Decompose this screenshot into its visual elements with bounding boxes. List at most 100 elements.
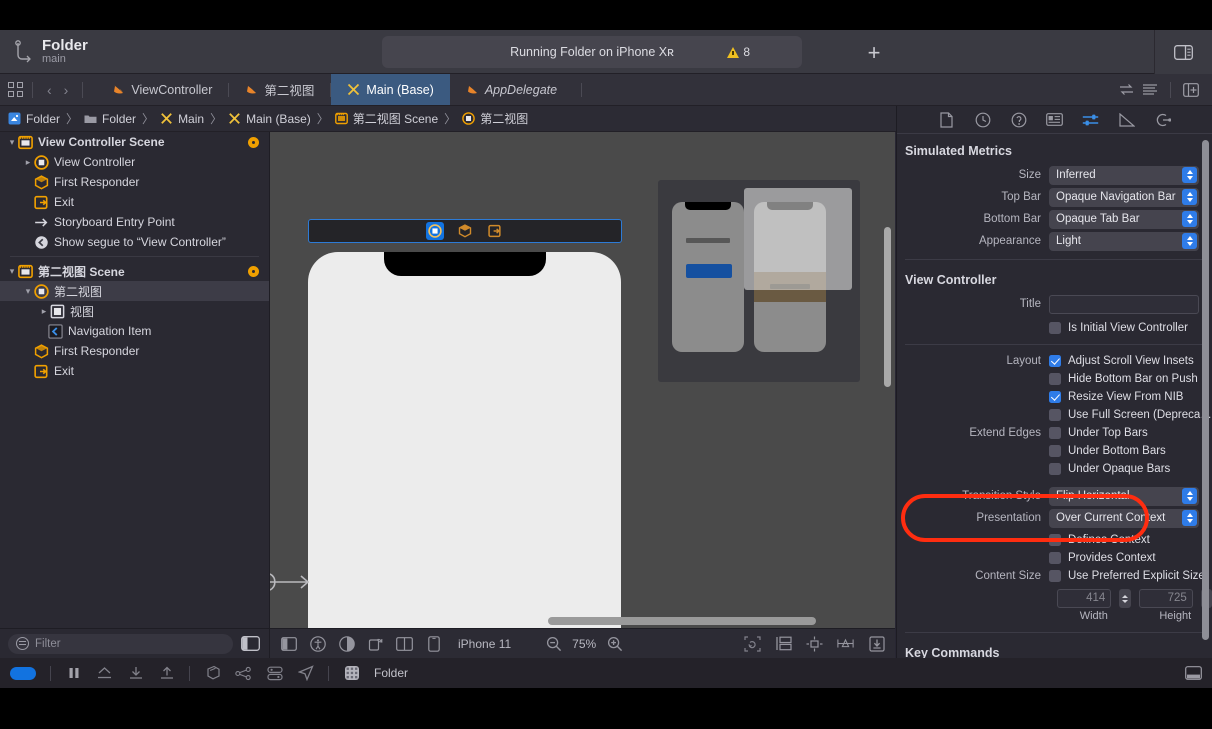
zoom-in-icon[interactable] — [606, 635, 623, 652]
outline-row-second-viewcontroller[interactable]: 第二视图 — [0, 281, 269, 301]
device-icon[interactable] — [425, 635, 442, 652]
location-icon[interactable] — [297, 665, 314, 682]
back-button[interactable]: ‹ — [42, 82, 57, 98]
title-input[interactable] — [1049, 294, 1199, 314]
attributes-inspector-icon[interactable] — [1082, 111, 1100, 129]
tab-grid-icon[interactable] — [8, 82, 23, 97]
first-responder-dock-icon[interactable] — [456, 222, 474, 240]
file-inspector-icon[interactable] — [938, 111, 956, 129]
resolve-issues-icon[interactable] — [868, 635, 885, 652]
add-button[interactable]: + — [862, 42, 886, 66]
help-inspector-icon[interactable] — [1010, 111, 1028, 129]
embed-in-icon[interactable] — [775, 635, 792, 652]
presentation-popup-button[interactable]: Over Current Context — [1049, 508, 1199, 528]
exit-dock-icon[interactable] — [486, 222, 504, 240]
connections-inspector-icon[interactable] — [1154, 111, 1172, 129]
outline-row-view-controller-scene[interactable]: View Controller Scene — [0, 132, 269, 152]
checkbox-box[interactable] — [1049, 445, 1061, 457]
outline-row-storyboard-entry-point[interactable]: Storyboard Entry Point — [0, 212, 269, 232]
orientation-icon[interactable] — [367, 635, 384, 652]
checkbox-under-top-bars[interactable]: Extend Edges Under Top Bars — [897, 424, 1212, 442]
device-label[interactable]: iPhone 11 — [458, 637, 511, 651]
step-over-icon[interactable] — [96, 665, 113, 682]
tab-main-base[interactable]: Main (Base) — [331, 74, 450, 105]
canvas-horizontal-scrollbar[interactable] — [548, 617, 816, 625]
scene-minimap[interactable] — [658, 180, 860, 382]
size-popup-button[interactable]: Inferred — [1049, 165, 1199, 185]
outline-row-exit-2[interactable]: Exit — [0, 361, 269, 381]
appearance-icon[interactable] — [338, 635, 355, 652]
zoom-out-icon[interactable] — [545, 635, 562, 652]
checkbox-adjust-scroll-view-insets[interactable]: Layout Adjust Scroll View Insets — [897, 352, 1212, 370]
checkbox-provides-context[interactable]: Provides Context — [897, 549, 1212, 567]
checkbox-use-preferred-explicit-size[interactable]: Content Size Use Preferred Explicit Size — [897, 567, 1212, 585]
disclosure-triangle[interactable] — [22, 286, 34, 297]
lines-icon[interactable] — [1139, 80, 1161, 100]
transition-style-popup-button[interactable]: Flip Horizontal — [1049, 486, 1199, 506]
breakpoint-pill-icon[interactable] — [10, 666, 36, 680]
disclosure-triangle[interactable] — [22, 157, 34, 168]
interface-builder-canvas[interactable] — [270, 132, 895, 628]
width-input[interactable]: 414 — [1057, 589, 1112, 608]
checkbox-is-initial-view-controller[interactable]: Is Initial View Controller — [897, 319, 1212, 337]
viewcontroller-dock-icon[interactable] — [426, 222, 444, 240]
tab-viewcontroller[interactable]: ViewController — [96, 74, 228, 105]
assistant-editor-icon[interactable] — [1180, 80, 1202, 100]
inspector-toggle-button[interactable] — [1154, 30, 1212, 74]
checkbox-box[interactable] — [1049, 409, 1061, 421]
outline-row-first-responder-2[interactable]: First Responder — [0, 341, 269, 361]
checkbox-box[interactable] — [1049, 322, 1061, 334]
forward-button[interactable]: › — [59, 82, 74, 98]
canvas-vertical-scrollbar[interactable] — [884, 227, 891, 387]
checkbox-resize-view-from-nib[interactable]: Resize View From NIB — [897, 388, 1212, 406]
checkbox-box[interactable] — [1049, 427, 1061, 439]
search-input[interactable]: Filter — [8, 633, 233, 654]
tab-appdelegate[interactable]: AppDelegate — [450, 74, 573, 105]
size-inspector-icon[interactable] — [1118, 111, 1136, 129]
scheme-label-group[interactable]: Folder main — [42, 38, 88, 65]
checkbox-box[interactable] — [1049, 570, 1061, 582]
step-into-icon[interactable] — [127, 665, 144, 682]
disclosure-triangle[interactable] — [38, 306, 50, 317]
left-panel-icon[interactable] — [241, 635, 261, 652]
checkbox-under-opaque-bars[interactable]: Under Opaque Bars — [897, 460, 1212, 478]
outline-row-view[interactable]: 视图 — [0, 301, 269, 321]
breadcrumb-item-viewcontroller[interactable]: 第二视图 — [462, 110, 528, 127]
appearance-popup-button[interactable]: Light — [1049, 231, 1199, 251]
adaptation-icon[interactable] — [396, 635, 413, 652]
disclosure-triangle[interactable] — [6, 137, 18, 148]
checkbox-use-full-screen[interactable]: Use Full Screen (Depreca… — [897, 406, 1212, 424]
top-bar-popup-button[interactable]: Opaque Navigation Bar — [1049, 187, 1199, 207]
outline-row-second-scene[interactable]: 第二视图 Scene — [0, 261, 269, 281]
checkbox-box[interactable] — [1049, 373, 1061, 385]
issue-counter[interactable]: 8 — [727, 45, 750, 59]
console-toggle-icon[interactable] — [1185, 665, 1202, 682]
identity-inspector-icon[interactable] — [1046, 111, 1064, 129]
scene-dock[interactable] — [308, 219, 622, 243]
checkbox-under-bottom-bars[interactable]: Under Bottom Bars — [897, 442, 1212, 460]
checkbox-hide-bottom-bar-on-push[interactable]: Hide Bottom Bar on Push — [897, 370, 1212, 388]
checkbox-box[interactable] — [1049, 391, 1061, 403]
minimap-viewport[interactable] — [744, 188, 852, 290]
checkbox-box[interactable] — [1049, 534, 1061, 546]
breadcrumb-item-main-base[interactable]: Main (Base) — [228, 112, 311, 126]
tab-second-view[interactable]: 第二视图 — [229, 74, 330, 105]
memory-graph-icon[interactable] — [235, 665, 252, 682]
height-input[interactable]: 725 — [1138, 589, 1193, 608]
checkbox-defines-context[interactable]: Defines Context — [897, 531, 1212, 549]
pause-icon[interactable] — [65, 665, 82, 682]
checkbox-box[interactable] — [1049, 552, 1061, 564]
activity-status-view[interactable]: Running Folder on iPhone Xʀ 8 — [382, 36, 802, 68]
disclosure-triangle[interactable] — [6, 266, 18, 277]
outline-row-exit[interactable]: Exit — [0, 192, 269, 212]
align-icon[interactable] — [806, 635, 823, 652]
outline-row-navigation-item[interactable]: Navigation Item — [0, 321, 269, 341]
width-stepper[interactable] — [1119, 589, 1131, 608]
breadcrumb-item-main[interactable]: Main — [160, 112, 204, 126]
scene-anchor-dot[interactable] — [248, 136, 259, 148]
environment-overrides-icon[interactable] — [266, 665, 283, 682]
zoom-level[interactable]: 75% — [572, 637, 596, 651]
scene-anchor-dot[interactable] — [248, 265, 259, 277]
step-out-icon[interactable] — [158, 665, 175, 682]
history-inspector-icon[interactable] — [974, 111, 992, 129]
